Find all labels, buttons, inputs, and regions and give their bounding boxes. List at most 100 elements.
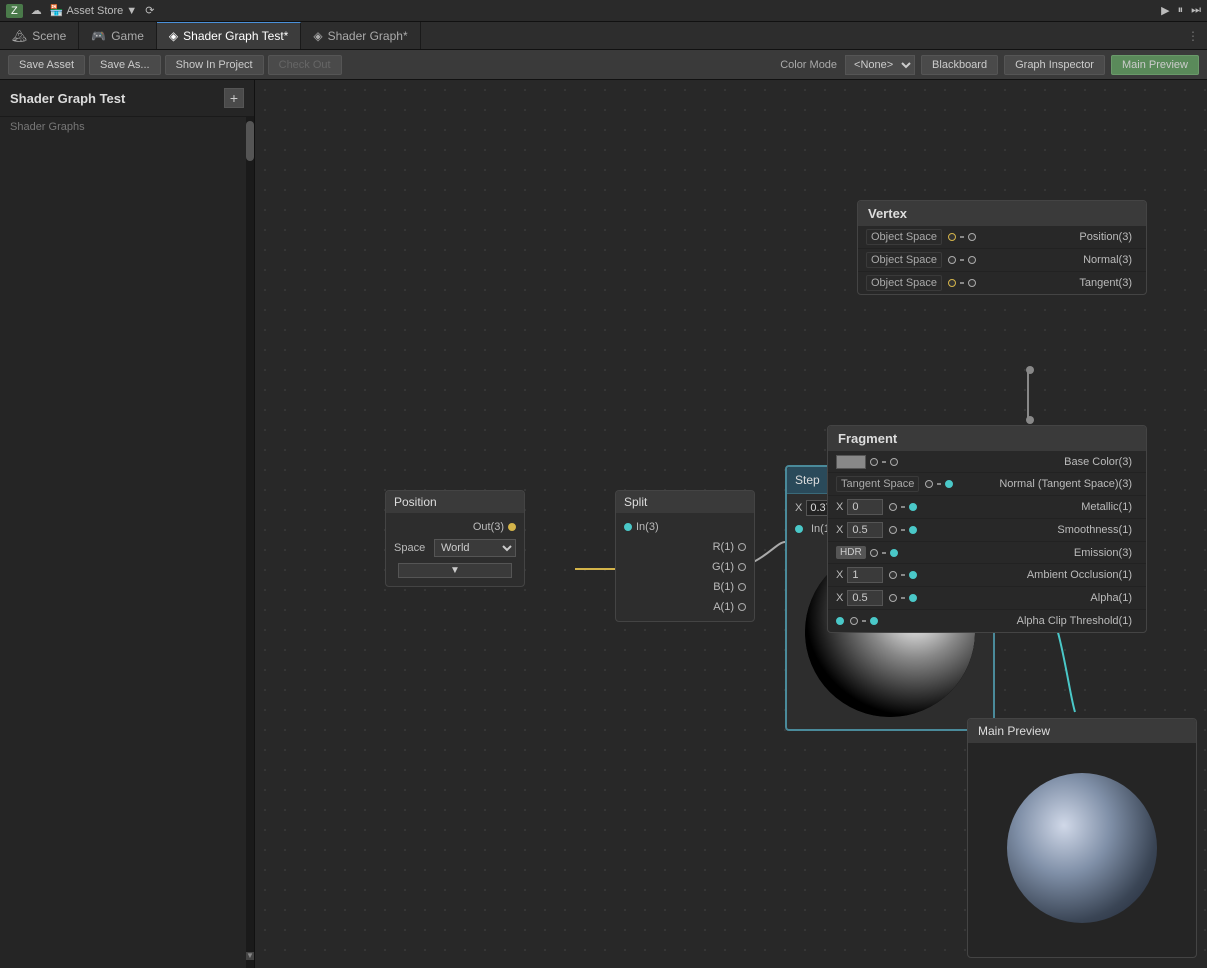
- fragment-emission-row: HDR Emission(3): [828, 542, 1146, 564]
- fragment-metallic-row: X Metallic(1): [828, 496, 1146, 519]
- show-in-project-button[interactable]: Show In Project: [165, 55, 264, 75]
- main-preview-title: Main Preview: [978, 724, 1050, 738]
- fragment-alpha-wire: [901, 597, 905, 599]
- split-g-label: G(1): [628, 561, 734, 573]
- pause-button[interactable]: ⏸: [1178, 4, 1184, 17]
- color-mode-label: Color Mode: [780, 59, 837, 71]
- split-r-row: R(1): [616, 537, 754, 557]
- vertex-node-title: Vertex: [868, 206, 907, 221]
- position-node: Position Out(3) Space World Object View: [385, 490, 525, 587]
- fragment-tangent-space-label: Tangent Space: [836, 476, 919, 492]
- fragment-normal-row: Tangent Space Normal (Tangent Space)(3): [828, 473, 1146, 496]
- tab-scene-label: Scene: [32, 29, 66, 43]
- split-r-port[interactable]: [738, 543, 746, 551]
- check-out-button[interactable]: Check Out: [268, 55, 342, 75]
- vertex-normal-space-label: Object Space: [866, 252, 942, 268]
- fragment-emission-label: Emission(3): [898, 547, 1138, 559]
- tab-scene[interactable]: 🏔 Scene: [0, 22, 79, 49]
- fragment-alpha-port-line: [889, 594, 917, 602]
- tab-game[interactable]: 🎮 Game: [79, 22, 157, 49]
- preview-sphere: [1007, 773, 1157, 923]
- fragment-ao-x-label: X: [836, 569, 843, 581]
- vertex-normal-wire: [960, 259, 964, 261]
- blackboard-button[interactable]: Blackboard: [921, 55, 998, 75]
- play-button[interactable]: ▶: [1161, 4, 1169, 17]
- fragment-alpha-clip-port[interactable]: [870, 617, 878, 625]
- tab-shader-graph-label: Shader Graph*: [328, 29, 408, 43]
- top-bar: Z ☁ 🏪 Asset Store ▼ ⟳ ▶ ⏸ ⏭: [0, 0, 1207, 22]
- step-in-port[interactable]: [795, 525, 803, 533]
- split-in-port[interactable]: [624, 523, 632, 531]
- fragment-base-color-swatch[interactable]: [836, 455, 866, 469]
- vertex-normal-port[interactable]: [968, 256, 976, 264]
- vertex-normal-port-left[interactable]: [948, 256, 956, 264]
- tabbar-more[interactable]: ⋮: [1179, 22, 1207, 49]
- step-edge-x-label: X: [795, 502, 802, 514]
- color-mode-select[interactable]: <None>: [845, 55, 915, 75]
- fragment-base-color-port-left[interactable]: [870, 458, 878, 466]
- user-badge[interactable]: Z: [6, 4, 23, 18]
- split-a-port[interactable]: [738, 603, 746, 611]
- fragment-alpha-port[interactable]: [909, 594, 917, 602]
- sidebar-add-button[interactable]: +: [224, 88, 244, 108]
- cloud-button[interactable]: ☁: [31, 4, 42, 17]
- main-preview-button[interactable]: Main Preview: [1111, 55, 1199, 75]
- split-a-label: A(1): [628, 601, 734, 613]
- fragment-base-color-port[interactable]: [890, 458, 898, 466]
- fragment-base-color-port-line: [870, 458, 898, 466]
- tab-game-label: Game: [111, 29, 144, 43]
- split-b-port[interactable]: [738, 583, 746, 591]
- asset-store-button[interactable]: 🏪 Asset Store ▼: [50, 4, 137, 17]
- fragment-smoothness-input[interactable]: [847, 522, 883, 538]
- fragment-metallic-port[interactable]: [909, 503, 917, 511]
- split-b-row: B(1): [616, 577, 754, 597]
- save-asset-button[interactable]: Save Asset: [8, 55, 85, 75]
- vertex-tangent-label: Tangent(3): [976, 277, 1138, 289]
- fragment-normal-label: Normal (Tangent Space)(3): [953, 478, 1138, 490]
- fragment-alpha-clip-label: Alpha Clip Threshold(1): [878, 615, 1138, 627]
- fragment-emission-port[interactable]: [890, 549, 898, 557]
- fragment-base-color-wire: [882, 461, 886, 463]
- sidebar-scrollbar-thumb[interactable]: [246, 121, 254, 161]
- fragment-smoothness-port[interactable]: [909, 526, 917, 534]
- fragment-smoothness-port-left[interactable]: [889, 526, 897, 534]
- position-node-title: Position: [394, 495, 437, 509]
- fragment-metallic-port-left[interactable]: [889, 503, 897, 511]
- vertex-connector-dot-top: [1026, 366, 1034, 374]
- shader-graph-test-icon: ◈: [169, 29, 178, 43]
- position-expand-button[interactable]: ▼: [398, 563, 512, 578]
- vertex-position-port-yellow[interactable]: [948, 233, 956, 241]
- position-out-port[interactable]: [508, 523, 516, 531]
- vertex-tangent-port-yellow[interactable]: [948, 279, 956, 287]
- step-button[interactable]: ⏭: [1191, 4, 1201, 17]
- pause-icon: ⏸: [1178, 4, 1184, 17]
- position-space-select[interactable]: World Object View: [434, 539, 516, 557]
- vertex-tangent-port[interactable]: [968, 279, 976, 287]
- fragment-emission-port-left[interactable]: [870, 549, 878, 557]
- save-as-button[interactable]: Save As...: [89, 55, 161, 75]
- fragment-smoothness-row: X Smoothness(1): [828, 519, 1146, 542]
- fragment-normal-port[interactable]: [945, 480, 953, 488]
- fragment-alpha-port-left[interactable]: [889, 594, 897, 602]
- fragment-metallic-input[interactable]: [847, 499, 883, 515]
- fragment-ao-port-left[interactable]: [889, 571, 897, 579]
- fragment-normal-port-left[interactable]: [925, 480, 933, 488]
- fragment-node: Fragment Base Color(3) Tangent Space: [827, 425, 1147, 633]
- graph-inspector-button[interactable]: Graph Inspector: [1004, 55, 1105, 75]
- fragment-alpha-clip-port-left[interactable]: [850, 617, 858, 625]
- fragment-metallic-port-line: [889, 503, 917, 511]
- fragment-alpha-clip-port-line: [850, 617, 878, 625]
- fragment-ao-input[interactable]: [847, 567, 883, 583]
- split-g-port[interactable]: [738, 563, 746, 571]
- collab-button[interactable]: ⟳: [145, 4, 154, 17]
- split-node-header: Split: [616, 491, 754, 513]
- sidebar-scroll-down-arrow[interactable]: ▼: [246, 952, 254, 960]
- fragment-ao-port[interactable]: [909, 571, 917, 579]
- fragment-metallic-label: Metallic(1): [917, 501, 1138, 513]
- sidebar-scrollbar[interactable]: ▼: [246, 117, 254, 968]
- graph-canvas[interactable]: Position Out(3) Space World Object View: [255, 80, 1207, 968]
- tab-shader-graph-test[interactable]: ◈ Shader Graph Test*: [157, 22, 301, 49]
- fragment-alpha-input[interactable]: [847, 590, 883, 606]
- vertex-position-port[interactable]: [968, 233, 976, 241]
- tab-shader-graph[interactable]: ◈ Shader Graph*: [301, 22, 420, 49]
